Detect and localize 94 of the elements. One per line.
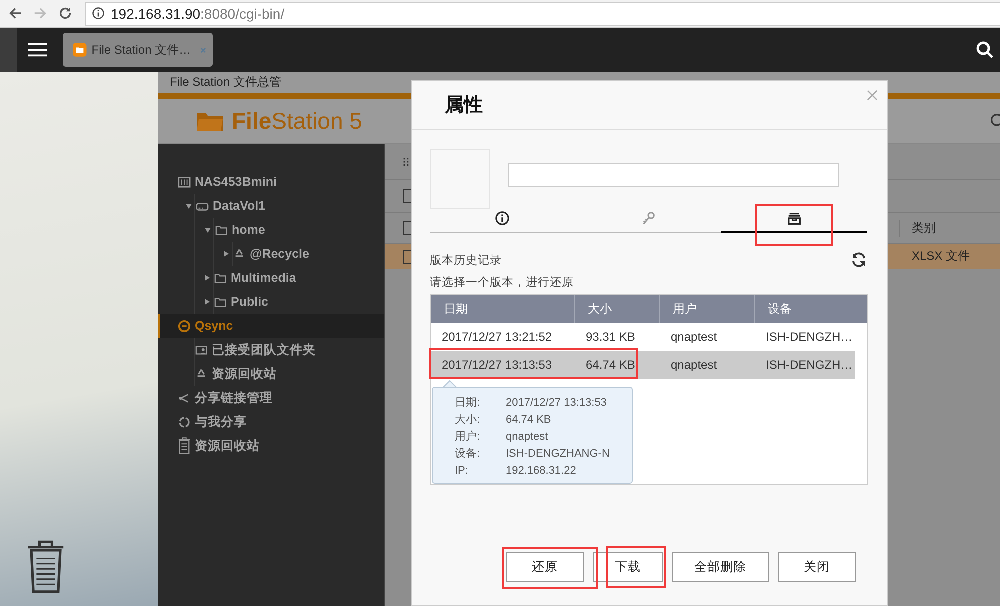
tooltip-label: 日期: <box>455 396 482 410</box>
app-logo-text: FileStation 5 <box>232 108 362 134</box>
tree-label: Qsync <box>195 319 234 333</box>
table-cell-text: 93.31 KB <box>585 330 636 344</box>
folder-icon <box>196 110 224 132</box>
tooltip-label: 设备: <box>455 447 482 461</box>
tree-item[interactable]: NAS453Bmini <box>158 170 384 194</box>
url-path: :8080/cgi-bin/ <box>200 6 285 22</box>
dialog-title: 属性 <box>445 94 483 118</box>
url-host: 192.168.31.90 <box>111 6 201 22</box>
tree-label: NAS453Bmini <box>195 175 277 189</box>
collapsed-triangle-icon[interactable] <box>224 251 229 257</box>
server-icon <box>178 176 191 188</box>
key-icon <box>641 211 656 226</box>
tab[interactable] <box>721 211 868 233</box>
tree-label: Public <box>231 295 269 309</box>
share-icon <box>178 392 191 404</box>
panel-edge <box>0 28 17 72</box>
column-header[interactable]: 日期 <box>431 295 575 323</box>
tree-item[interactable]: 分享链接管理 <box>158 386 384 410</box>
tree-label: 与我分享 <box>195 414 247 430</box>
back-arrow-icon[interactable] <box>8 6 23 21</box>
tree-label: @Recycle <box>250 247 310 261</box>
archive-box-icon <box>786 211 802 226</box>
tree-item[interactable]: 已接受团队文件夹 <box>195 338 384 362</box>
hint-text: 请选择一个版本，进行还原 <box>430 276 575 290</box>
table-cell-text: XLSX 文件 <box>911 248 972 265</box>
sync-circle-icon <box>178 416 191 428</box>
tooltip-label: 大小: <box>455 413 482 427</box>
address-bar[interactable]: 192.168.31.90:8080/cgi-bin/ <box>85 2 1000 26</box>
tree-label: DataVol1 <box>213 199 266 213</box>
reload-icon[interactable] <box>58 6 73 21</box>
dialog-button[interactable]: 还原 <box>506 552 584 582</box>
tooltip-value: 192.168.31.22 <box>506 464 576 476</box>
section-title: 版本历史记录 <box>430 254 502 268</box>
table-row[interactable]: 2017/12/27 13:21:52 93.31 KB qnaptest ISH-DENGZH… <box>431 323 855 351</box>
menu-icon[interactable] <box>28 42 47 58</box>
tooltip-value: qnaptest <box>506 430 548 442</box>
tree-label: 资源回收站 <box>195 438 260 454</box>
annotation-frame <box>606 546 666 588</box>
dialog-button[interactable]: 关闭 <box>778 552 856 582</box>
tooltip-value: 2017/12/27 13:13:53 <box>506 396 607 408</box>
tooltip-value: ISH-DENGZHANG-N <box>506 448 610 460</box>
folder-icon <box>215 224 228 236</box>
table-cell-text: 64.74 KB <box>585 358 636 372</box>
tree-item[interactable]: home <box>214 218 384 242</box>
tooltip-label: 用户: <box>455 430 482 444</box>
tree-item[interactable]: @Recycle <box>233 242 384 266</box>
refresh-icon[interactable] <box>851 252 867 268</box>
info-icon <box>92 7 105 20</box>
tooltip-value: 64.74 KB <box>506 414 552 426</box>
column-header[interactable]: 类别 <box>899 220 1000 236</box>
folder-icon <box>214 296 227 308</box>
app-tab[interactable]: File Station 文件… <box>63 33 213 67</box>
search-icon[interactable] <box>976 41 994 59</box>
tree-item[interactable]: 资源回收站 <box>195 362 384 386</box>
tree-item[interactable]: DataVol1 <box>195 194 384 218</box>
collapsed-triangle-icon[interactable] <box>205 299 210 305</box>
tree-item[interactable]: 资源回收站 <box>158 434 384 458</box>
table-cell-text: qnaptest <box>670 358 718 372</box>
table-row[interactable]: 2017/12/27 13:13:53 64.74 KB qnaptest ISH-DENGZH… <box>431 351 855 379</box>
table-cell-text: qnaptest <box>670 330 718 344</box>
info-icon <box>495 211 510 226</box>
tree-label: 已接受团队文件夹 <box>212 342 316 358</box>
tree-label: 分享链接管理 <box>195 390 273 406</box>
grid-view-icon[interactable] <box>403 156 411 168</box>
column-header[interactable]: 大小 <box>575 295 660 323</box>
column-header[interactable]: 用户 <box>660 295 755 323</box>
dialog-button[interactable]: 全部删除 <box>672 552 769 582</box>
expanded-triangle-icon[interactable] <box>205 228 211 232</box>
tooltip-label: IP: <box>455 464 470 476</box>
sync-icon <box>178 320 191 332</box>
tab-label: File Station 文件… <box>92 42 192 58</box>
expanded-triangle-icon[interactable] <box>186 204 192 208</box>
table-cell-text: ISH-DENGZH… <box>765 358 854 372</box>
column-header[interactable]: 设备 <box>755 295 855 323</box>
tree-label: home <box>232 223 266 237</box>
dialog-button[interactable]: 下载 <box>593 552 663 582</box>
tree-item[interactable]: 与我分享 <box>158 410 384 434</box>
table-cell-text: ISH-DENGZH… <box>765 330 854 344</box>
shared-folder-icon <box>195 344 208 356</box>
folder-icon <box>214 272 227 284</box>
tree-label: Multimedia <box>231 271 296 285</box>
collapsed-triangle-icon[interactable] <box>205 275 210 281</box>
table-cell-text: 2017/12/27 13:21:52 <box>441 330 554 344</box>
tree-label: 资源回收站 <box>212 366 277 382</box>
tree-item[interactable]: Multimedia <box>214 266 384 290</box>
window-title: File Station 文件总管 <box>170 74 282 91</box>
trash-icon <box>178 436 191 456</box>
table-cell-text: 2017/12/27 13:13:53 <box>441 358 554 372</box>
name-field[interactable] <box>508 163 839 187</box>
tree-item[interactable]: Public <box>214 290 384 314</box>
folder-app-icon <box>73 41 87 59</box>
tree-item[interactable]: Qsync <box>158 314 384 338</box>
